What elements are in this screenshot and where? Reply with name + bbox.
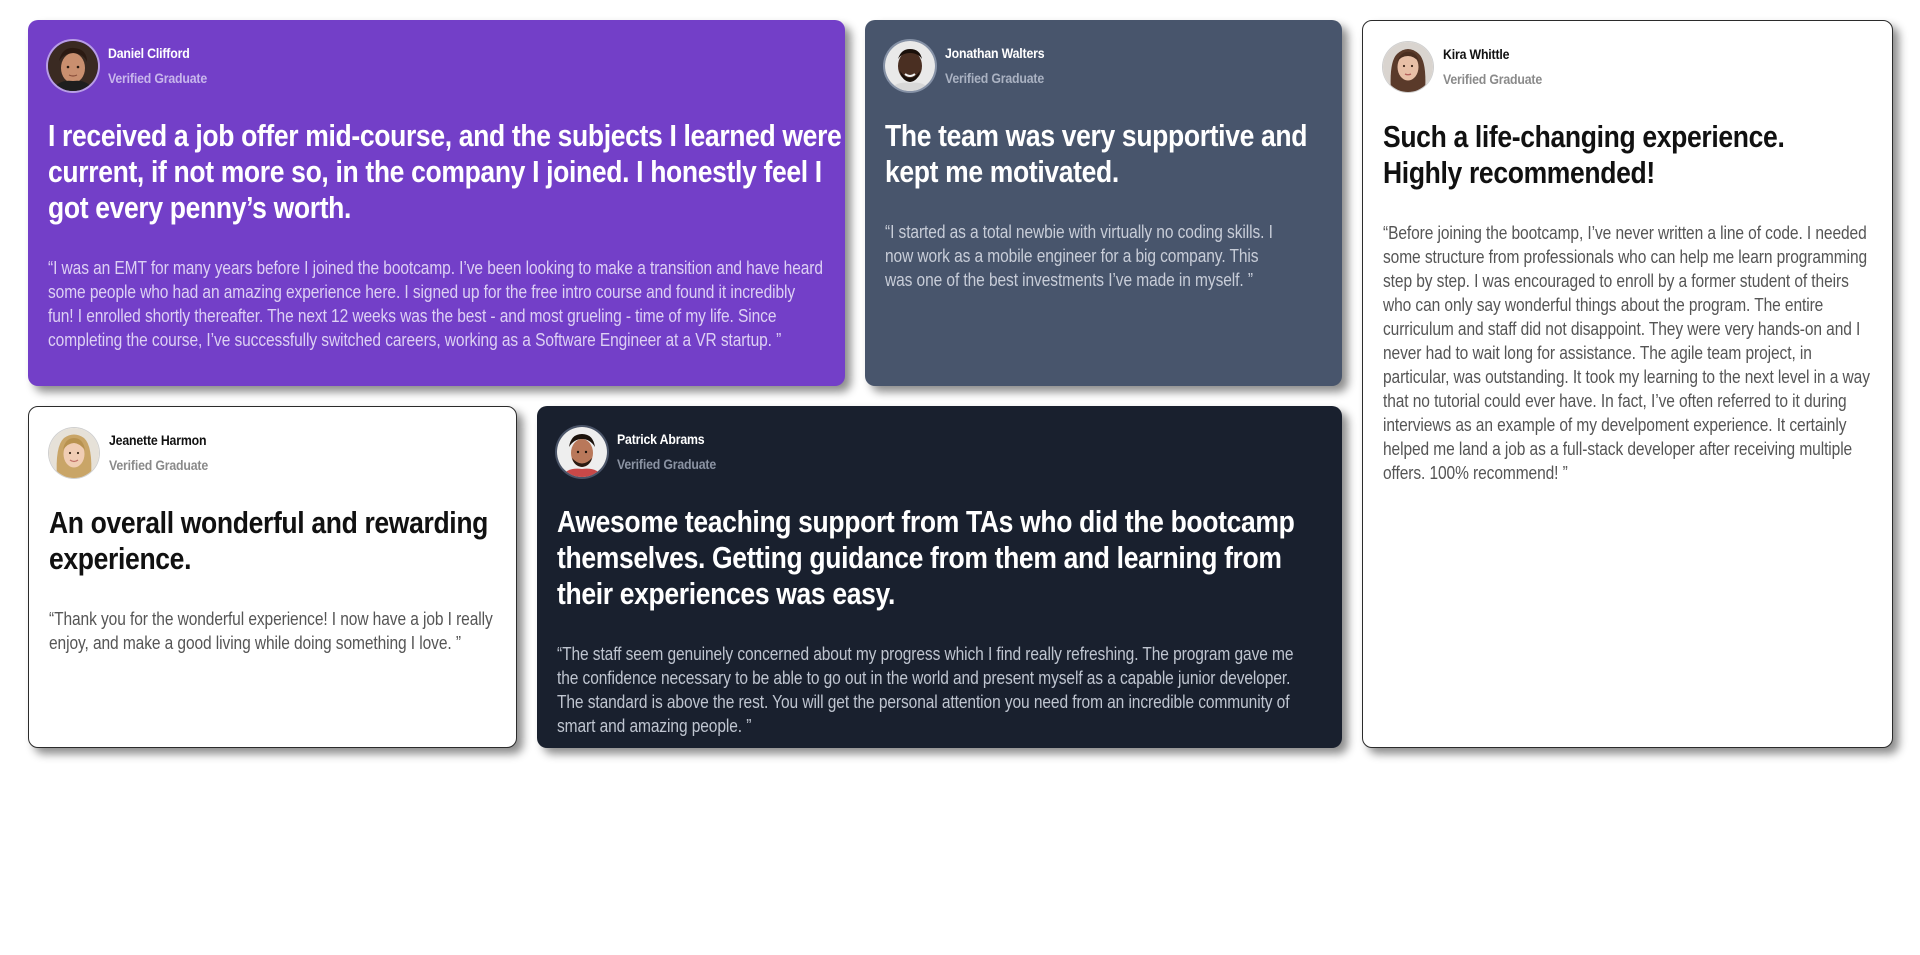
testimonial-card-kira-whittle: Kira Whittle Verified Graduate Such a li… bbox=[1362, 20, 1893, 748]
author-meta: Patrick Abrams Verified Graduate bbox=[617, 431, 730, 473]
avatar bbox=[48, 41, 98, 91]
avatar bbox=[49, 428, 99, 478]
testimonial-quote: “The staff seem genuinely concerned abou… bbox=[557, 644, 1294, 736]
testimonial-quote: “Before joining the bootcamp, I’ve never… bbox=[1383, 223, 1870, 483]
author-name: Jeanette Harmon bbox=[109, 432, 207, 448]
testimonial-headline: Such a life-changing experience. Highly … bbox=[1383, 119, 1785, 190]
author-info: Patrick Abrams Verified Graduate bbox=[557, 426, 1322, 478]
avatar bbox=[885, 41, 935, 91]
author-role: Verified Graduate bbox=[945, 70, 1045, 86]
author-role: Verified Graduate bbox=[1443, 71, 1543, 87]
author-info: Daniel Clifford Verified Graduate bbox=[48, 40, 825, 92]
author-name: Kira Whittle bbox=[1443, 46, 1510, 62]
author-meta: Jonathan Walters Verified Graduate bbox=[945, 45, 1058, 87]
testimonial-card-patrick-abrams: Patrick Abrams Verified Graduate Awesome… bbox=[537, 406, 1342, 748]
testimonial-quote: “I was an EMT for many years before I jo… bbox=[48, 258, 823, 350]
testimonial-quote: “I started as a total newbie with virtua… bbox=[885, 222, 1273, 290]
author-name: Jonathan Walters bbox=[945, 45, 1045, 61]
testimonial-headline: I received a job offer mid-course, and t… bbox=[48, 118, 842, 225]
testimonial-card-jonathan-walters: Jonathan Walters Verified Graduate The t… bbox=[865, 20, 1342, 386]
author-info: Jonathan Walters Verified Graduate bbox=[885, 40, 1322, 92]
testimonial-headline: An overall wonderful and rewarding exper… bbox=[49, 505, 489, 576]
testimonial-headline: Awesome teaching support from TAs who di… bbox=[557, 504, 1295, 611]
author-role: Verified Graduate bbox=[108, 70, 208, 86]
avatar bbox=[1383, 42, 1433, 92]
author-info: Jeanette Harmon Verified Graduate bbox=[49, 427, 496, 479]
testimonial-headline: The team was very supportive and kept me… bbox=[885, 118, 1308, 189]
author-role: Verified Graduate bbox=[109, 457, 209, 473]
testimonial-card-daniel-clifford: Daniel Clifford Verified Graduate I rece… bbox=[28, 20, 845, 386]
author-meta: Daniel Clifford Verified Graduate bbox=[108, 45, 221, 87]
testimonial-card-jeanette-harmon: Jeanette Harmon Verified Graduate An ove… bbox=[28, 406, 517, 748]
author-info: Kira Whittle Verified Graduate bbox=[1383, 41, 1872, 93]
author-role: Verified Graduate bbox=[617, 456, 717, 472]
avatar bbox=[557, 427, 607, 477]
author-name: Patrick Abrams bbox=[617, 431, 705, 447]
author-name: Daniel Clifford bbox=[108, 45, 190, 61]
author-meta: Jeanette Harmon Verified Graduate bbox=[109, 432, 222, 474]
testimonial-quote: “Thank you for the wonderful experience!… bbox=[49, 609, 493, 653]
author-meta: Kira Whittle Verified Graduate bbox=[1443, 46, 1556, 88]
